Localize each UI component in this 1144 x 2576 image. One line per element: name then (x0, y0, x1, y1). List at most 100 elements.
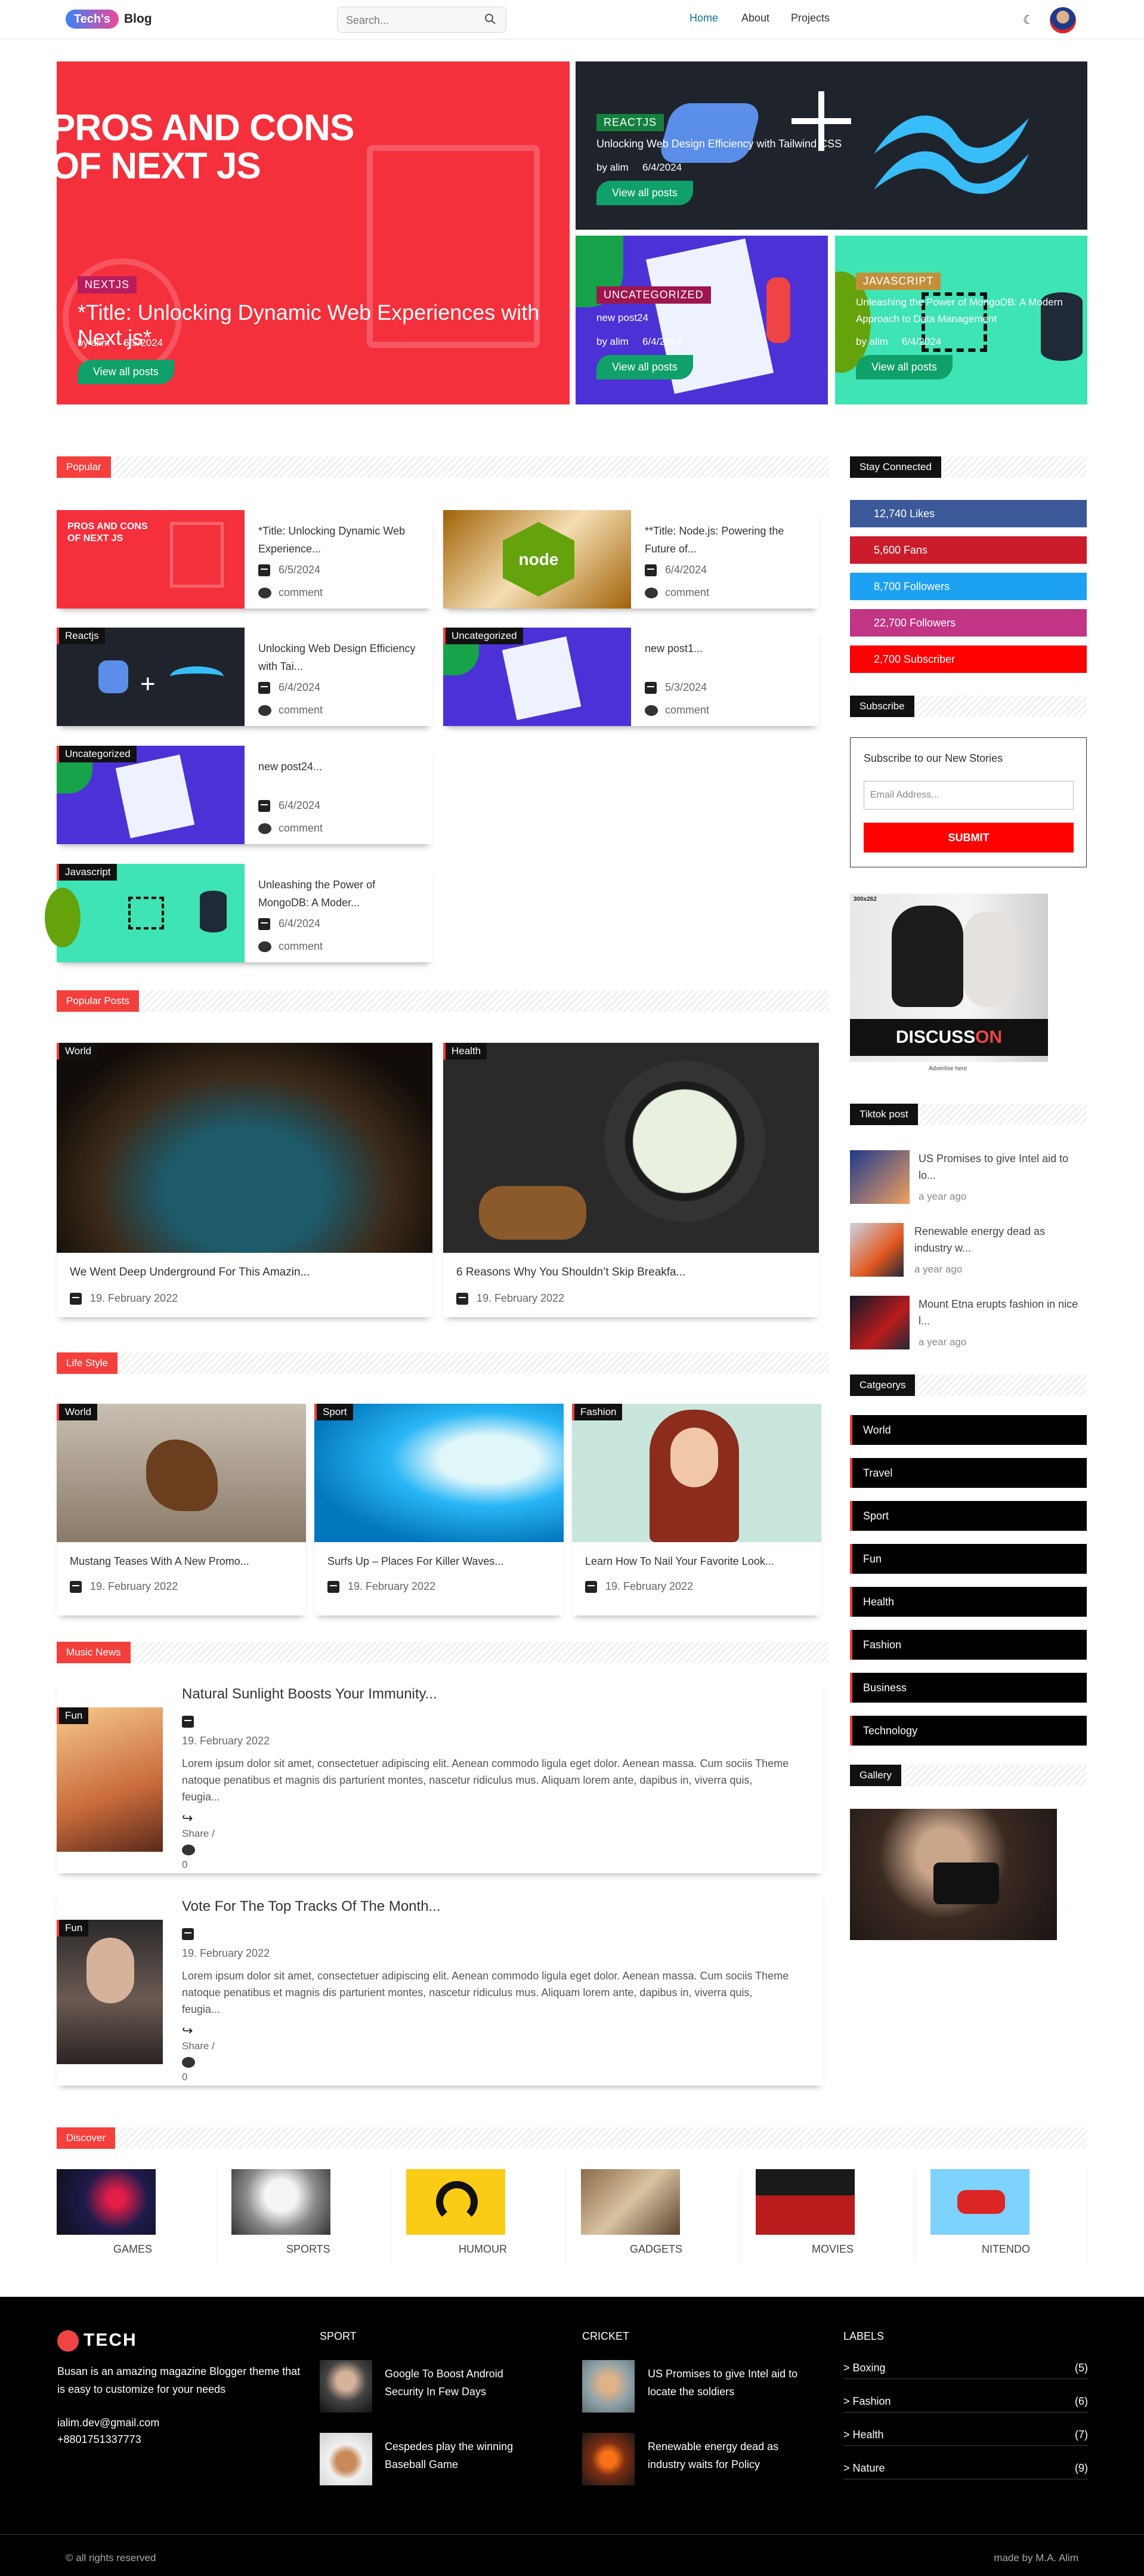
hero-tag[interactable]: UNCATEGORIZED (596, 286, 711, 304)
post-title[interactable]: new post1... (645, 640, 806, 657)
category-tag[interactable]: Sport (314, 1404, 353, 1420)
view-all-posts-button[interactable]: View all posts (856, 355, 953, 379)
post-title[interactable]: Mustang Teases With A New Promo... (70, 1555, 249, 1568)
facebook-likes[interactable]: 12,740 Likes (850, 500, 1087, 527)
view-all-posts-button[interactable]: View all posts (78, 360, 174, 384)
nav-home[interactable]: Home (690, 12, 718, 24)
sport-thumbnail[interactable] (320, 2360, 372, 2413)
submit-button[interactable]: SUBMIT (864, 823, 1074, 853)
category-tag[interactable]: Javascript (57, 864, 117, 881)
cricket-thumbnail[interactable] (582, 2433, 635, 2485)
logo-badge[interactable]: Tech's (66, 10, 119, 29)
lifestyle-card[interactable]: World Mustang Teases With A New Promo...… (57, 1404, 306, 1616)
comment-icon[interactable] (182, 1845, 195, 1855)
nav-about[interactable]: About (741, 12, 769, 24)
post-title[interactable]: **Title: Node.js: Powering the Future of… (645, 522, 806, 558)
comment-text[interactable]: comment (279, 586, 323, 598)
hero-featured-post[interactable]: PROS AND CONS OF NEXT JS NEXTJS *Title: U… (57, 61, 570, 404)
label-link[interactable]: > Boxing (5) (843, 2356, 1088, 2379)
hero-post-reactjs[interactable]: REACTJS Unlocking Web Design Efficiency … (576, 61, 1087, 230)
youtube-subscribers[interactable]: 2,700 Subscriber (850, 645, 1087, 673)
post-title[interactable]: We Went Deep Underground For This Amazin… (70, 1266, 310, 1279)
tiktok-thumbnail[interactable] (850, 1150, 910, 1204)
category-business[interactable]: Business (850, 1673, 1087, 1703)
share-icon[interactable]: ↪ (182, 2023, 193, 2038)
post-title[interactable]: Surfs Up – Places For Killer Waves... (327, 1555, 503, 1568)
advertisement-banner[interactable]: 300x262 DISCUSSON (850, 894, 1048, 1062)
popular-card[interactable]: node **Title: Node.js: Powering the Futu… (443, 510, 819, 609)
search-input[interactable]: Search... (337, 7, 506, 33)
cricket-post-title[interactable]: Renewable energy dead as industry waits … (648, 2438, 815, 2473)
popular-card[interactable]: + Reactjs Unlocking Web Design Efficienc… (57, 628, 432, 726)
popular-card[interactable]: Uncategorized new post24... 6/4/2024 com… (57, 746, 432, 844)
post-title[interactable]: Vote For The Top Tracks Of The Month... (182, 1898, 441, 1915)
post-title[interactable]: Unleashing the Power of MongoDB: A Moder… (258, 876, 419, 912)
share-label[interactable]: Share / (182, 2040, 215, 2052)
lifestyle-card[interactable]: Sport Surfs Up – Places For Killer Waves… (314, 1404, 564, 1616)
category-technology[interactable]: Technology (850, 1716, 1087, 1746)
discover-label[interactable]: GAMES (113, 2243, 152, 2256)
share-icon[interactable]: ↪ (182, 1811, 193, 1826)
category-tag[interactable]: Uncategorized (443, 628, 523, 644)
music-news-card[interactable]: Fun Vote For The Top Tracks Of The Month… (57, 1889, 823, 2086)
hero-tag[interactable]: JAVASCRIPT (856, 273, 941, 290)
popular-card[interactable]: PROS AND CONS OF NEXT JS *Title: Unlocki… (57, 510, 432, 609)
post-title[interactable]: *Title: Unlocking Dynamic Web Experience… (258, 522, 419, 558)
footer-email[interactable]: ialim.dev@gmail.com (57, 2414, 159, 2432)
category-health[interactable]: Health (850, 1587, 1087, 1617)
sport-post-title[interactable]: Cespedes play the winning Baseball Game (385, 2438, 534, 2473)
gallery-image[interactable] (850, 1809, 1057, 1940)
sport-thumbnail[interactable] (320, 2433, 372, 2485)
category-tag[interactable]: Uncategorized (57, 746, 137, 762)
brand-name[interactable]: TECH (84, 2330, 137, 2350)
comment-text[interactable]: comment (279, 822, 323, 834)
post-image[interactable] (443, 1043, 819, 1253)
tiktok-title[interactable]: US Promises to give Intel aid to lo... (919, 1150, 1080, 1184)
hero-tag[interactable]: NEXTJS (78, 276, 137, 294)
share-label[interactable]: Share / (182, 1828, 215, 1840)
category-world[interactable]: World (850, 1415, 1087, 1445)
tiktok-item[interactable]: Renewable energy dead as industry w... a… (850, 1223, 1087, 1283)
label-name[interactable]: Health (853, 2429, 884, 2441)
comment-text[interactable]: comment (665, 586, 709, 598)
popular-post-card[interactable]: World We Went Deep Underground For This … (57, 1043, 432, 1317)
category-travel[interactable]: Travel (850, 1458, 1087, 1488)
post-title[interactable]: new post24... (258, 758, 419, 776)
category-tag[interactable]: Health (443, 1043, 487, 1060)
hero-post-javascript[interactable]: JAVASCRIPT Unleashing the Power of Mongo… (835, 236, 1087, 404)
post-title[interactable]: Unlocking Web Design Efficiency with Tai… (258, 640, 419, 675)
discover-label[interactable]: MOVIES (812, 2243, 854, 2256)
post-title[interactable]: Learn How To Nail Your Favorite Look... (585, 1555, 774, 1568)
discover-item-nitendo[interactable]: NITENDO (930, 2169, 1087, 2265)
tiktok-item[interactable]: US Promises to give Intel aid to lo... a… (850, 1150, 1087, 1210)
discover-item-sports[interactable]: SPORTS (231, 2169, 391, 2265)
category-sport[interactable]: Sport (850, 1501, 1087, 1531)
post-image[interactable] (57, 1920, 163, 2064)
view-all-posts-button[interactable]: View all posts (596, 355, 693, 379)
label-name[interactable]: Fashion (853, 2395, 891, 2407)
tiktok-title[interactable]: Renewable energy dead as industry w... (914, 1223, 1081, 1256)
post-image[interactable] (57, 1707, 163, 1852)
view-all-posts-button[interactable]: View all posts (596, 181, 693, 205)
discover-label[interactable]: HUMOUR (459, 2243, 507, 2256)
popular-post-card[interactable]: Health 6 Reasons Why You Shouldn’t Skip … (443, 1043, 819, 1317)
hero-title[interactable]: Unleashing the Power of MongoDB: A Moder… (856, 294, 1083, 328)
comment-text[interactable]: comment (665, 704, 709, 716)
cricket-thumbnail[interactable] (582, 2360, 635, 2413)
post-image[interactable] (57, 1043, 432, 1253)
label-link[interactable]: > Fashion (6) (843, 2390, 1088, 2413)
category-tag[interactable]: Fun (57, 1920, 89, 1936)
category-tag[interactable]: World (57, 1404, 98, 1420)
post-title[interactable]: Natural Sunlight Boosts Your Immunity... (182, 1686, 437, 1703)
comment-text[interactable]: comment (279, 940, 323, 952)
discover-label[interactable]: SPORTS (286, 2243, 330, 2256)
post-title[interactable]: 6 Reasons Why You Shouldn’t Skip Breakfa… (456, 1266, 685, 1279)
instagram-followers[interactable]: 22,700 Followers (850, 609, 1087, 637)
post-image[interactable] (57, 1404, 306, 1542)
category-tag[interactable]: Fashion (572, 1404, 623, 1420)
email-input[interactable]: Email Address... (864, 781, 1074, 810)
category-tag[interactable]: Fun (57, 1707, 89, 1724)
sport-post-title[interactable]: Google To Boost Android Security In Few … (385, 2365, 534, 2401)
category-tag[interactable]: World (57, 1043, 98, 1060)
pinterest-fans[interactable]: 5,600 Fans (850, 536, 1087, 564)
